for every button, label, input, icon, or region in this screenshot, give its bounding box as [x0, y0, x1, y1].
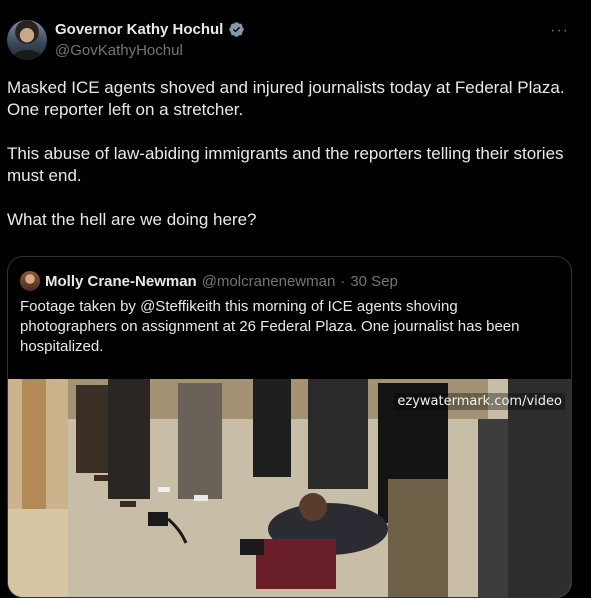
- figure: [178, 383, 222, 499]
- video-watermark: ezywatermark.com/video: [394, 393, 565, 410]
- quote-author-handle[interactable]: @molcranenewman: [202, 273, 336, 290]
- figure: [76, 385, 108, 473]
- verified-badge-icon[interactable]: [228, 21, 245, 38]
- shoe: [120, 501, 136, 507]
- author-handle[interactable]: @GovKathyHochul: [55, 42, 183, 59]
- author-display-name[interactable]: Governor Kathy Hochul: [55, 21, 223, 38]
- wall-strip: [8, 509, 68, 597]
- more-icon[interactable]: ···: [550, 22, 569, 40]
- quote-separator: ·: [340, 272, 346, 290]
- quoted-tweet[interactable]: Molly Crane-Newman @molcranenewman · 30 …: [7, 256, 572, 598]
- quote-video[interactable]: ezywatermark.com/video: [8, 379, 571, 597]
- quote-author-name[interactable]: Molly Crane-Newman: [45, 273, 197, 290]
- quote-text: Footage taken by @Steffikeith this morni…: [20, 298, 520, 355]
- quote-date[interactable]: 30 Sep: [350, 273, 398, 290]
- quote-header: Molly Crane-Newman @molcranenewman · 30 …: [20, 271, 398, 291]
- quote-author-avatar[interactable]: [20, 271, 40, 291]
- tweet-paragraph: Masked ICE agents shoved and injured jou…: [7, 78, 565, 119]
- tweet-paragraph: What the hell are we doing here?: [7, 210, 257, 229]
- figure-right: [508, 379, 571, 597]
- camera: [240, 539, 264, 555]
- tweet-text: Masked ICE agents shoved and injured jou…: [7, 77, 582, 253]
- fallen-head: [299, 493, 327, 521]
- red-jacket: [256, 539, 336, 589]
- door-frame: [22, 379, 46, 519]
- figure: [253, 379, 291, 477]
- figure: [308, 379, 368, 489]
- camera: [148, 512, 168, 526]
- shoe: [158, 487, 170, 492]
- author-name-row: Governor Kathy Hochul: [55, 21, 245, 38]
- shoe: [94, 475, 108, 481]
- shoe: [194, 495, 208, 501]
- author-avatar[interactable]: [7, 20, 47, 60]
- avatar-shoulders: [13, 50, 41, 60]
- video-frame: [8, 379, 571, 597]
- figure: [388, 479, 448, 597]
- figure: [108, 379, 150, 499]
- tweet-paragraph: This abuse of law-abiding immigrants and…: [7, 144, 564, 185]
